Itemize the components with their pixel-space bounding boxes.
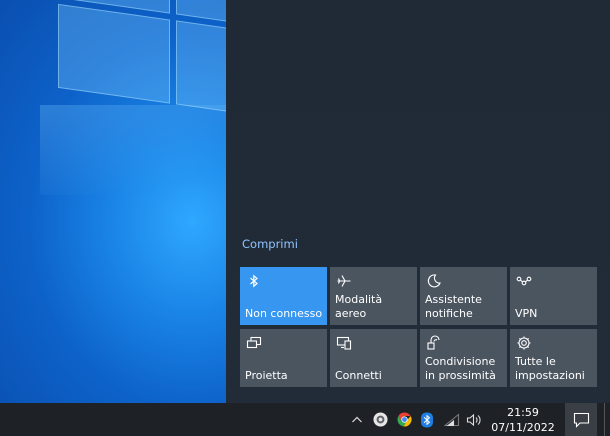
action-center-button[interactable] <box>565 403 597 436</box>
action-center-panel: Comprimi Non connesso Modalità aereo Ass… <box>226 0 610 403</box>
tile-label: Condivisione in prossimità <box>425 355 496 382</box>
clock-time: 21:59 <box>507 406 539 419</box>
project-icon <box>246 336 262 349</box>
chevron-up-icon <box>352 416 362 422</box>
tray-network[interactable] <box>442 403 462 436</box>
tile-label: Tutte le impostazioni <box>515 355 585 382</box>
vpn-icon <box>516 276 532 286</box>
nearby-share-icon <box>427 335 440 350</box>
tile-label: Connetti <box>335 368 382 382</box>
tile-label: Non connesso <box>245 306 323 320</box>
tray-volume[interactable] <box>464 403 484 436</box>
tile-all-settings[interactable]: Tutte le impostazioni <box>510 329 597 387</box>
quick-actions-grid: Non connesso Modalità aereo Assistente n… <box>240 267 602 389</box>
tile-project[interactable]: Proietta <box>240 329 327 387</box>
tile-label: Modalità aereo <box>335 293 383 320</box>
tile-vpn[interactable]: VPN <box>510 267 597 325</box>
tile-bluetooth[interactable]: Non connesso <box>240 267 327 325</box>
taskbar: 21:59 07/11/2022 <box>0 403 610 436</box>
bluetooth-icon <box>421 412 433 427</box>
tile-label: Proietta <box>245 368 288 382</box>
collapse-link[interactable]: Comprimi <box>242 237 298 251</box>
volume-icon <box>466 413 481 426</box>
tile-airplane-mode[interactable]: Modalità aereo <box>330 267 417 325</box>
tile-focus-assist[interactable]: Assistente notifiche <box>420 267 507 325</box>
tray-google-drive[interactable] <box>370 403 390 436</box>
wifi-icon <box>444 412 460 426</box>
connect-icon <box>336 336 352 350</box>
chrome-icon <box>396 412 412 427</box>
wallpaper-light-beam <box>40 105 226 195</box>
show-hidden-icons-button[interactable] <box>348 403 366 436</box>
clock-date: 07/11/2022 <box>491 421 555 434</box>
tile-connect[interactable]: Connetti <box>330 329 417 387</box>
taskbar-clock[interactable]: 21:59 07/11/2022 <box>486 405 560 435</box>
tile-nearby-sharing[interactable]: Condivisione in prossimità <box>420 329 507 387</box>
bluetooth-icon <box>250 274 258 288</box>
gear-icon <box>517 336 531 350</box>
tile-label: Assistente notifiche <box>425 293 482 320</box>
show-desktop-button[interactable] <box>604 403 610 436</box>
airplane-icon <box>337 275 351 287</box>
google-drive-icon <box>372 412 388 427</box>
tile-label: VPN <box>515 306 538 320</box>
moon-icon <box>427 274 441 288</box>
tray-chrome[interactable] <box>394 403 414 436</box>
tray-bluetooth[interactable] <box>418 403 436 436</box>
desktop-wallpaper <box>0 0 226 403</box>
notification-icon <box>573 412 589 428</box>
